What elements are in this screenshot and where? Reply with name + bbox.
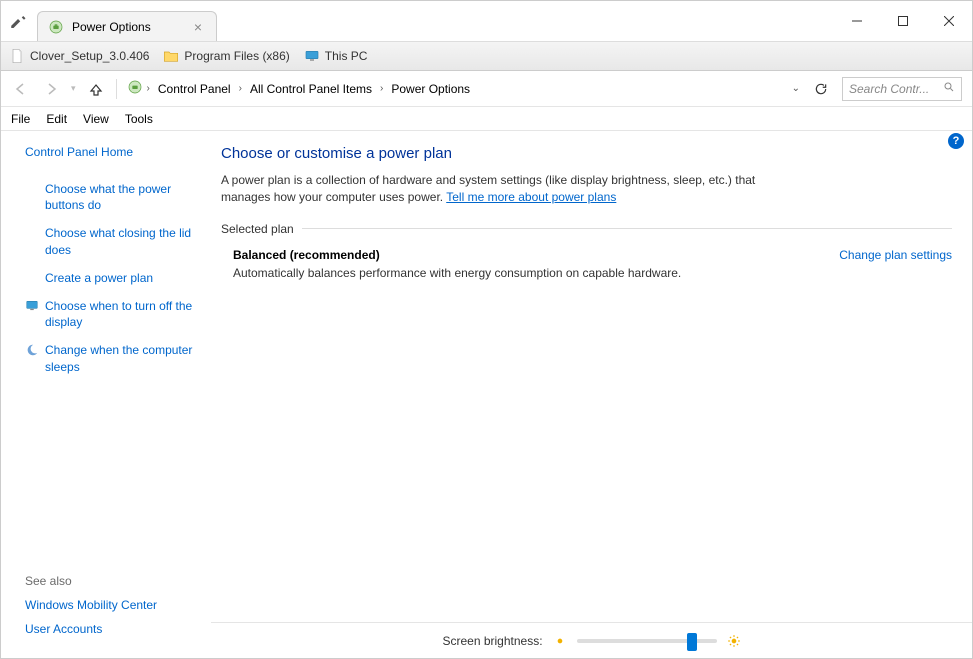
forward-button[interactable] xyxy=(41,79,61,99)
menu-view[interactable]: View xyxy=(83,112,109,126)
refresh-button[interactable] xyxy=(810,78,832,100)
breadcrumb[interactable]: › Control Panel › All Control Panel Item… xyxy=(127,79,800,98)
moon-icon xyxy=(25,343,39,357)
breadcrumb-dropdown[interactable]: ⌄ xyxy=(792,83,800,94)
control-panel-home-link[interactable]: Control Panel Home xyxy=(25,145,199,159)
sidebar-link-label: Choose what closing the lid does xyxy=(45,225,199,257)
menubar: File Edit View Tools xyxy=(1,107,972,131)
see-also-heading: See also xyxy=(25,574,199,588)
blank-icon xyxy=(25,226,39,240)
maximize-button[interactable] xyxy=(880,6,926,36)
wrench-icon xyxy=(9,13,27,31)
chevron-right-icon[interactable]: › xyxy=(147,83,150,94)
chevron-right-icon[interactable]: › xyxy=(239,83,242,94)
sidebar-link-power-buttons[interactable]: Choose what the power buttons do xyxy=(25,181,199,213)
divider xyxy=(302,228,952,229)
plan-name: Balanced (recommended) xyxy=(233,248,829,262)
close-tab-button[interactable]: × xyxy=(190,19,206,35)
page-heading: Choose or customise a power plan xyxy=(221,145,952,162)
menu-file[interactable]: File xyxy=(11,112,30,126)
breadcrumb-item[interactable]: Power Options xyxy=(387,80,474,98)
file-icon xyxy=(9,48,25,64)
brightness-slider[interactable] xyxy=(577,639,717,643)
sun-high-icon xyxy=(727,634,741,648)
titlebar: Power Options × xyxy=(1,1,972,41)
tell-me-more-link[interactable]: Tell me more about power plans xyxy=(446,190,616,204)
minimize-button[interactable] xyxy=(834,6,880,36)
power-plan-row: Balanced (recommended) Automatically bal… xyxy=(221,248,952,280)
blank-icon xyxy=(25,182,39,196)
blank-icon xyxy=(25,271,39,285)
bookmark-item[interactable]: Clover_Setup_3.0.406 xyxy=(9,48,149,64)
bookmark-label: Clover_Setup_3.0.406 xyxy=(30,49,149,63)
bookmark-label: Program Files (x86) xyxy=(184,49,289,63)
help-icon[interactable]: ? xyxy=(948,133,964,149)
sidebar-link-lid[interactable]: Choose what closing the lid does xyxy=(25,225,199,257)
selected-plan-header: Selected plan xyxy=(221,222,952,236)
sidebar-link-label: Create a power plan xyxy=(45,270,153,286)
menu-tools[interactable]: Tools xyxy=(125,112,153,126)
section-label: Selected plan xyxy=(221,222,294,236)
breadcrumb-item[interactable]: Control Panel xyxy=(154,80,235,98)
bookmarks-bar: Clover_Setup_3.0.406 Program Files (x86)… xyxy=(1,41,972,71)
page-description: A power plan is a collection of hardware… xyxy=(221,172,801,206)
search-placeholder: Search Contr... xyxy=(849,82,929,96)
brightness-label: Screen brightness: xyxy=(442,634,542,648)
bookmark-label: This PC xyxy=(325,49,368,63)
browser-tab[interactable]: Power Options × xyxy=(37,11,217,41)
monitor-icon xyxy=(25,299,39,313)
control-panel-icon xyxy=(127,79,143,98)
main-panel: ? Choose or customise a power plan A pow… xyxy=(211,131,972,658)
sidebar-link-label: Choose when to turn off the display xyxy=(45,298,199,330)
search-icon xyxy=(943,81,955,96)
sidebar: Control Panel Home Choose what the power… xyxy=(1,131,211,658)
sidebar-link-display-off[interactable]: Choose when to turn off the display xyxy=(25,298,199,330)
power-options-icon xyxy=(48,19,64,35)
brightness-bar: Screen brightness: xyxy=(211,622,972,658)
search-input[interactable]: Search Contr... xyxy=(842,77,962,101)
chevron-right-icon[interactable]: › xyxy=(380,83,383,94)
tab-title: Power Options xyxy=(72,20,151,34)
menu-edit[interactable]: Edit xyxy=(46,112,67,126)
recent-locations-dropdown[interactable]: ▾ xyxy=(71,83,76,94)
back-button[interactable] xyxy=(11,79,31,99)
navbar: ▾ › Control Panel › All Control Panel It… xyxy=(1,71,972,107)
sidebar-link-label: Change when the computer sleeps xyxy=(45,342,199,374)
up-button[interactable] xyxy=(86,79,106,99)
close-window-button[interactable] xyxy=(926,6,972,36)
slider-thumb[interactable] xyxy=(687,633,697,651)
bookmark-item[interactable]: Program Files (x86) xyxy=(163,48,289,64)
folder-icon xyxy=(163,48,179,64)
sun-low-icon xyxy=(553,634,567,648)
sidebar-link-sleep[interactable]: Change when the computer sleeps xyxy=(25,342,199,374)
sidebar-link-label: Choose what the power buttons do xyxy=(45,181,199,213)
see-also-mobility-center[interactable]: Windows Mobility Center xyxy=(25,598,199,612)
bookmark-item[interactable]: This PC xyxy=(304,48,368,64)
see-also-user-accounts[interactable]: User Accounts xyxy=(25,622,199,636)
breadcrumb-item[interactable]: All Control Panel Items xyxy=(246,80,376,98)
sidebar-link-create-plan[interactable]: Create a power plan xyxy=(25,270,199,286)
plan-description: Automatically balances performance with … xyxy=(233,266,829,280)
change-plan-settings-link[interactable]: Change plan settings xyxy=(839,248,952,262)
pc-icon xyxy=(304,48,320,64)
content-area: Control Panel Home Choose what the power… xyxy=(1,131,972,658)
